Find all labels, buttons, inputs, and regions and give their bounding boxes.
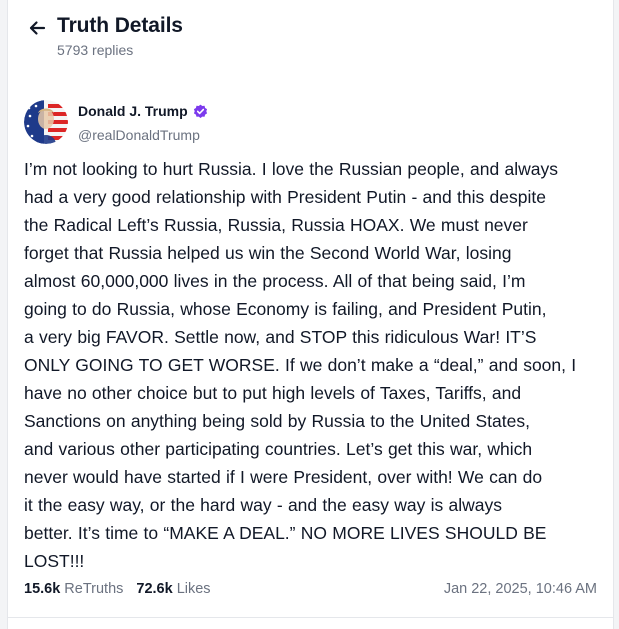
post-body-line: it the easy way, or the hard way - and t… <box>24 495 502 515</box>
verified-badge-icon <box>193 104 208 119</box>
post-body-line: a very big FAVOR. Settle now, and STOP t… <box>24 327 537 347</box>
post-body-line: better. It’s time to “MAKE A DEAL.” NO M… <box>24 523 547 543</box>
replies-count[interactable]: 5793 replies <box>57 42 133 58</box>
likes-stat[interactable]: 72.6k Likes <box>136 581 210 597</box>
post-body-line: never would have started if I were Presi… <box>24 467 543 487</box>
author-row: Donald J. Trump <box>78 103 208 119</box>
post-body-line: almost 60,000,000 lives in the process. … <box>24 271 526 291</box>
back-button[interactable] <box>25 16 49 40</box>
retruths-count: 15.6k <box>24 581 61 597</box>
page-title: Truth Details <box>57 14 183 37</box>
retruths-label: ReTruths <box>64 581 124 597</box>
retruths-stat[interactable]: 15.6k ReTruths <box>24 581 123 597</box>
footer-divider <box>8 617 613 618</box>
truth-details-card: Truth Details 5793 replies Donald J. Tru… <box>7 0 614 629</box>
arrow-left-icon <box>29 21 46 35</box>
post-timestamp[interactable]: Jan 22, 2025, 10:46 AM <box>444 581 597 597</box>
post-body-line: and various other participating countrie… <box>24 439 533 459</box>
post-body-line: ONLY GOING TO GET WORSE. If we don’t mak… <box>24 355 577 375</box>
likes-label: Likes <box>176 581 211 597</box>
post-stats: 15.6k ReTruths 72.6k Likes <box>24 581 224 597</box>
post-body-line: forget that Russia helped us win the Sec… <box>24 243 512 263</box>
post-body-line: LOST!!! <box>24 551 85 571</box>
post-body-line: had a very good relationship with Presid… <box>24 187 546 207</box>
post-body-line: going to do Russia, whose Economy is fai… <box>24 299 547 319</box>
post-body-line: have no other choice but to put high lev… <box>24 383 522 403</box>
author-handle[interactable]: @realDonaldTrump <box>78 127 200 143</box>
post-body: I’m not looking to hurt Russia. I love t… <box>24 155 609 575</box>
likes-count: 72.6k <box>136 581 173 597</box>
avatar[interactable] <box>24 100 68 144</box>
post-footer: 15.6k ReTruths 72.6k Likes Jan 22, 2025,… <box>24 581 597 603</box>
post-body-line: the Radical Left’s Russia, Russia, Russi… <box>24 215 528 235</box>
avatar-image <box>24 100 68 144</box>
post-body-line: Sanctions on anything being sold by Russ… <box>24 411 530 431</box>
author-name[interactable]: Donald J. Trump <box>78 103 188 119</box>
page-header: Truth Details 5793 replies <box>25 12 597 66</box>
post-body-line: I’m not looking to hurt Russia. I love t… <box>24 159 558 179</box>
